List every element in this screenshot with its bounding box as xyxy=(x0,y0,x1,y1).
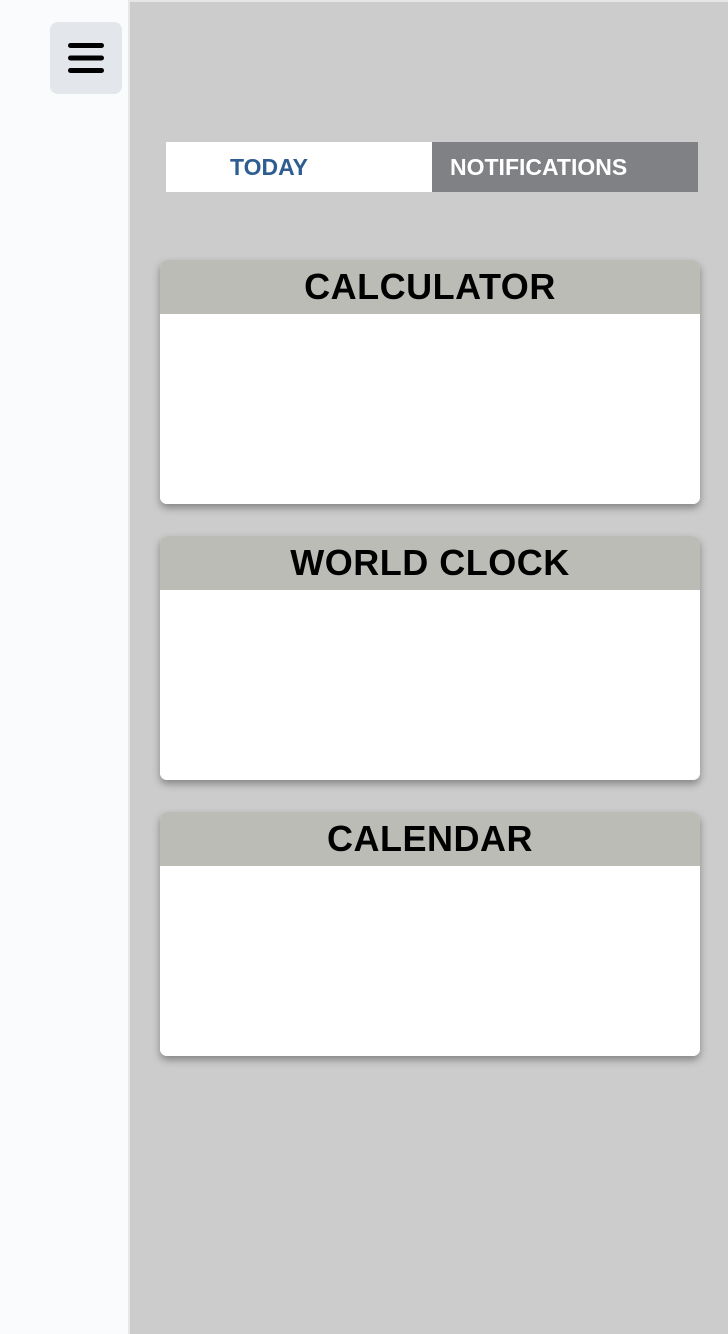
left-rail xyxy=(0,0,130,1334)
tab-notifications-label: NOTIFICATIONS xyxy=(450,153,628,180)
tab-notifications[interactable]: NOTIFICATIONS xyxy=(432,142,698,192)
calculator-widget[interactable]: CALCULATOR xyxy=(160,260,700,504)
calculator-widget-title: CALCULATOR xyxy=(160,260,700,314)
menu-button[interactable] xyxy=(50,22,122,94)
app-screen: TODAY NOTIFICATIONS CALCULATOR WORLD CLO… xyxy=(0,0,728,1334)
world-clock-widget-body xyxy=(160,590,700,780)
world-clock-widget[interactable]: WORLD CLOCK xyxy=(160,536,700,780)
calculator-widget-body xyxy=(160,314,700,504)
main-panel: TODAY NOTIFICATIONS CALCULATOR WORLD CLO… xyxy=(130,2,728,1334)
calendar-widget[interactable]: CALENDAR xyxy=(160,812,700,1056)
tab-today[interactable]: TODAY xyxy=(166,142,432,192)
tab-bar: TODAY NOTIFICATIONS xyxy=(166,142,698,192)
calendar-widget-title: CALENDAR xyxy=(160,812,700,866)
calendar-widget-body xyxy=(160,866,700,1056)
tab-today-label: TODAY xyxy=(230,153,308,180)
hamburger-menu-icon xyxy=(66,40,106,76)
world-clock-widget-title: WORLD CLOCK xyxy=(160,536,700,590)
